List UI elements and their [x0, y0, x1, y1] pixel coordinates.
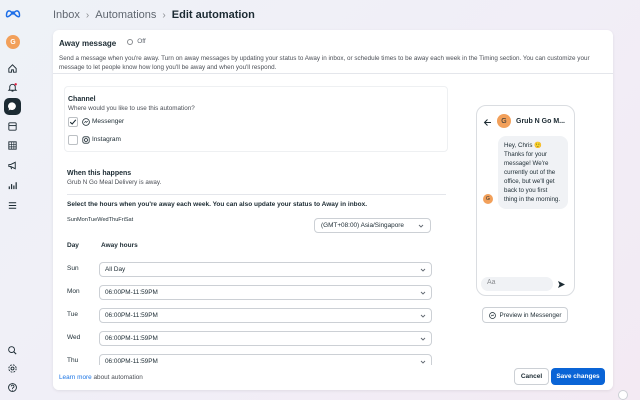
instagram-checkbox[interactable] — [68, 135, 78, 145]
channel-subtitle: Where would you like to use this automat… — [68, 105, 195, 112]
back-arrow-icon — [483, 119, 491, 126]
content-icon[interactable] — [4, 118, 21, 135]
message-input: Aa — [481, 277, 553, 291]
day-label-tue: Tue — [67, 311, 78, 318]
page-avatar: G — [497, 114, 511, 128]
chevron-down-icon — [420, 337, 426, 341]
messenger-preview: G Grub N Go M... Hey, Chris 🙂 Thanks for… — [476, 105, 575, 296]
away-message-description: Send a message when you're away. Turn on… — [59, 54, 590, 71]
away-message-header: Away message Off Send a message when you… — [59, 38, 607, 72]
instagram-icon — [82, 136, 90, 144]
breadcrumb: Inbox › Automations › Edit automation — [53, 9, 255, 21]
insights-icon[interactable] — [4, 177, 21, 194]
header-divider — [53, 73, 613, 74]
hours-column-header: Away hours — [101, 242, 138, 249]
day-label-sun: Sun — [67, 265, 79, 272]
page-title: Edit automation — [171, 9, 255, 21]
hours-value: 06:00PM-11:59PM — [105, 289, 158, 296]
learn-more-rest: about automation — [91, 374, 143, 381]
chevron-down-icon — [420, 360, 426, 364]
preview-button-label: Preview in Messenger — [499, 311, 562, 319]
hours-select-tue[interactable]: 06:00PM-11:59PM — [99, 308, 432, 323]
inbox-icon[interactable] — [4, 98, 21, 115]
breadcrumb-inbox[interactable]: Inbox — [53, 9, 80, 21]
menu-icon[interactable] — [4, 197, 21, 214]
chevron-down-icon — [420, 314, 426, 318]
day-label-thu: Thu — [67, 357, 79, 364]
away-message-bubble: Hey, Chris 🙂 Thanks for your message! We… — [498, 136, 568, 209]
when-title: When this happens — [67, 170, 132, 177]
hours-value: 06:00PM-11:59PM — [105, 312, 158, 319]
meta-logo-icon — [5, 10, 21, 18]
messenger-icon — [488, 311, 496, 319]
search-icon[interactable] — [4, 342, 21, 359]
left-nav: G — [0, 0, 25, 400]
section-divider — [67, 194, 446, 195]
help-icon[interactable] — [4, 379, 21, 396]
day-column-header: Day — [67, 242, 79, 249]
notifications-icon[interactable] — [4, 79, 21, 96]
chevron-right-icon: › — [162, 9, 166, 21]
settings-gear-icon[interactable] — [4, 360, 21, 377]
chevron-right-icon: › — [85, 9, 90, 21]
messenger-checkbox[interactable] — [68, 117, 78, 127]
chevron-down-icon — [420, 291, 426, 295]
automation-panel: Away message Off Send a message when you… — [53, 30, 613, 390]
panel-footer: Learn more about automation Cancel Save … — [53, 365, 613, 390]
timezone-select[interactable]: (GMT+08:00) Asia/Singapore — [314, 218, 431, 233]
globe-icon[interactable] — [618, 390, 628, 400]
hours-select-wed[interactable]: 06:00PM-11:59PM — [99, 331, 432, 346]
sender-avatar: G — [483, 194, 493, 204]
away-message-title: Away message — [59, 38, 117, 48]
chevron-down-icon — [420, 268, 426, 272]
day-label-mon: Mon — [67, 288, 80, 295]
messenger-icon — [82, 118, 90, 126]
messenger-label: Messenger — [92, 118, 125, 125]
planner-icon[interactable] — [4, 137, 21, 154]
hours-instruction: Select the hours when you're away each w… — [67, 201, 368, 208]
toggle-indicator-icon — [127, 38, 134, 45]
breadcrumb-automations[interactable]: Automations — [95, 9, 156, 21]
cancel-button[interactable]: Cancel — [514, 368, 549, 385]
days-selector[interactable]: SunMonTueWedThuFriSat — [67, 217, 133, 223]
checkmark-icon — [69, 119, 77, 125]
preview-in-messenger-button[interactable]: Preview in Messenger — [482, 307, 568, 323]
hours-value: 06:00PM-11:59PM — [105, 358, 158, 365]
hours-select-mon[interactable]: 06:00PM-11:59PM — [99, 285, 432, 300]
profile-avatar[interactable]: G — [6, 35, 20, 49]
instagram-label: Instagram — [92, 136, 121, 143]
hours-select-sun[interactable]: All Day — [99, 262, 432, 277]
home-icon[interactable] — [4, 60, 21, 77]
away-toggle[interactable]: Off — [127, 38, 146, 45]
preview-page-name: Grub N Go M... — [516, 118, 565, 125]
learn-more-text: Learn more about automation — [59, 374, 143, 381]
chevron-down-icon — [418, 224, 424, 228]
learn-more-link[interactable]: Learn more — [59, 374, 92, 381]
toggle-label: Off — [137, 38, 146, 45]
ads-icon[interactable] — [4, 157, 21, 174]
send-icon — [558, 281, 565, 288]
hours-value: All Day — [105, 266, 126, 273]
save-changes-button[interactable]: Save changes — [551, 368, 605, 385]
channel-section: Channel Where would you like to use this… — [64, 86, 448, 152]
timezone-value: (GMT+08:00) Asia/Singapore — [321, 222, 404, 229]
when-subtitle: Grub N Go Meal Delivery is away. — [67, 179, 162, 186]
hours-value: 06:00PM-11:59PM — [105, 335, 158, 342]
day-label-wed: Wed — [67, 334, 81, 341]
when-section: When this happens Grub N Go Meal Deliver… — [64, 161, 448, 390]
channel-title: Channel — [68, 96, 96, 103]
